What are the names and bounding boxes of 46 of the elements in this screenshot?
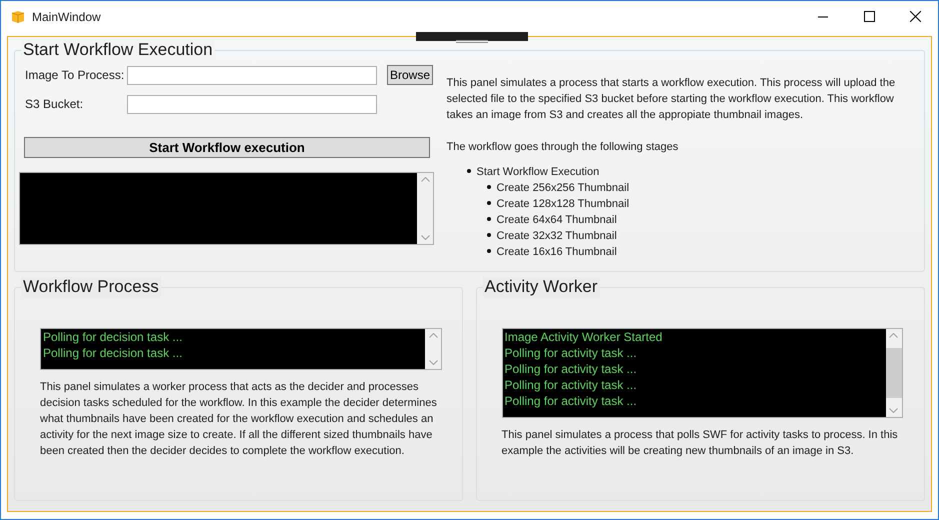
panel-title: Activity Worker (482, 277, 600, 297)
bullet-icon (486, 249, 491, 254)
scroll-down-icon[interactable] (420, 235, 430, 240)
maximize-icon[interactable] (864, 11, 874, 22)
bullet-icon (486, 217, 491, 222)
bullet-icon (486, 185, 491, 190)
scroll-down-icon[interactable] (889, 408, 898, 413)
scrollbar[interactable] (425, 329, 441, 369)
stage-item: Create 16x16 Thumbnail (496, 246, 617, 258)
bullet-icon (466, 169, 471, 174)
log-line: Polling for activity task ... (504, 345, 638, 361)
scroll-up-icon[interactable] (428, 333, 438, 338)
text-field[interactable] (127, 94, 377, 114)
stage-item: Start Workflow Execution (476, 166, 600, 178)
scroll-up-icon[interactable] (889, 333, 898, 338)
panel-description: This panel simulates a process that starts a workflow execution. This process will upload the selected file to the specified S3 bucket before starting the workflow execution. This workflow takes an image from S3 and creates all the appropiate thumbnail images. (446, 76, 896, 123)
log-line: Polling for decision task ... (43, 345, 184, 361)
log-line: Polling for decision task ... (43, 329, 184, 345)
window-title: MainWindow (32, 8, 101, 26)
stage-item: Create 32x32 Thumbnail (496, 230, 617, 242)
scrollbar[interactable] (886, 329, 902, 417)
log-line: Polling for activity task ... (504, 361, 638, 377)
field-label: S3 Bucket: (24, 96, 84, 113)
panel-description: This panel simulates a process that polls SWF for activity tasks to process. In this example the activities will be creating new thumbnails of an image in S3. (502, 428, 899, 459)
panel-title: Workflow Process (21, 277, 161, 297)
stages-intro: The workflow goes through the following stages (446, 140, 680, 155)
scroll-down-icon[interactable] (428, 360, 438, 365)
field-label: Image To Process: (24, 67, 126, 84)
log-line: Image Activity Worker Started (504, 329, 664, 345)
log-line: Polling for activity task ... (504, 393, 638, 409)
panel-description: This panel simulates a worker process that acts as the decider and processes decision tasks scheduled for the workflow. In this example the decider determines what thumbnails have been created for the workflow execution and schedules an activity for the next image size to create. If all the different sized thumbnails have been created then the decider decides to complete the workflow execution. (40, 380, 438, 459)
stage-item: Create 128x128 Thumbnail (496, 198, 630, 210)
drag-handle[interactable] (416, 32, 528, 41)
stage-item: Create 256x256 Thumbnail (496, 182, 630, 194)
start-workflow-button[interactable]: Start Workflow execution (24, 137, 430, 158)
stage-item: Create 64x64 Thumbnail (496, 214, 617, 226)
bullet-icon (486, 233, 491, 238)
bullet-icon (486, 201, 491, 206)
scrollbar[interactable] (417, 173, 433, 244)
scroll-up-icon[interactable] (420, 177, 430, 182)
log-line: Polling for activity task ... (504, 377, 638, 393)
close-icon[interactable] (910, 11, 920, 22)
browse-button[interactable]: Browse (387, 65, 434, 85)
file-path-field[interactable] (127, 66, 377, 84)
app-cube-icon (11, 10, 25, 24)
scrollbar-thumb[interactable] (886, 348, 902, 398)
